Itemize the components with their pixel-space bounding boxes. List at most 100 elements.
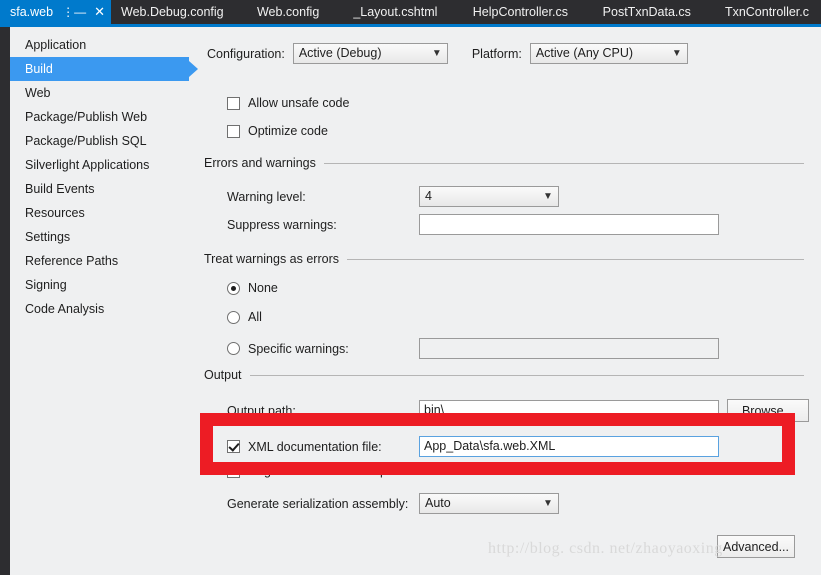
configuration-label: Configuration:: [207, 47, 285, 61]
sidebar-item-silverlight-applications[interactable]: Silverlight Applications: [10, 153, 199, 177]
sidebar-item-label: Signing: [25, 278, 67, 292]
warning-level-value: 4: [425, 187, 540, 206]
checkbox-checked-icon: [227, 440, 240, 453]
sidebar-item-label: Settings: [25, 230, 70, 244]
group-title: Treat warnings as errors: [204, 252, 347, 266]
output-group-header: Output: [204, 368, 804, 382]
group-divider: [324, 163, 804, 164]
checkbox-icon: [227, 465, 240, 478]
optimize-code-row: Optimize code: [227, 124, 328, 138]
treat-warnings-specific-label: Specific warnings:: [248, 342, 349, 356]
group-divider: [347, 259, 804, 260]
treat-warnings-specific-radio[interactable]: Specific warnings:: [227, 342, 419, 356]
treat-warnings-specific-row: Specific warnings:: [227, 338, 719, 359]
sidebar-item-signing[interactable]: Signing: [10, 273, 199, 297]
treat-warnings-all-row: All: [227, 310, 262, 324]
tab-label: sfa.web: [10, 0, 53, 24]
specific-warnings-input[interactable]: [419, 338, 719, 359]
platform-select[interactable]: Active (Any CPU) ▼: [530, 43, 688, 64]
sidebar-item-label: Resources: [25, 206, 85, 220]
tab-gap: [580, 0, 593, 24]
xml-documentation-file-label: XML documentation file:: [248, 440, 382, 454]
suppress-warnings-row: Suppress warnings:: [227, 214, 719, 235]
tab-web-debug-config[interactable]: Web.Debug.config: [111, 0, 236, 24]
configuration-row: Configuration: Active (Debug) ▼ Platform…: [207, 43, 688, 64]
sidebar-item-label: Application: [25, 38, 86, 52]
configuration-value: Active (Debug): [299, 44, 429, 63]
tab-gap: [449, 0, 462, 24]
generate-serialization-assembly-value: Auto: [425, 494, 540, 513]
pin-icon[interactable]: ⋮—: [62, 0, 86, 24]
checkbox-icon: [227, 125, 240, 138]
sidebar-item-label: Package/Publish SQL: [25, 134, 147, 148]
xml-documentation-file-input[interactable]: App_Data\sfa.web.XML: [419, 436, 719, 457]
optimize-code-checkbox[interactable]: Optimize code: [227, 124, 328, 138]
tab-label: Web.Debug.config: [121, 0, 224, 24]
treat-warnings-all-label: All: [248, 310, 262, 324]
tab-web-config[interactable]: Web.config: [247, 0, 331, 24]
register-com-interop-checkbox[interactable]: Register for COM interop: [227, 464, 387, 478]
configuration-select[interactable]: Active (Debug) ▼: [293, 43, 448, 64]
allow-unsafe-code-checkbox[interactable]: Allow unsafe code: [227, 96, 349, 110]
sidebar-item-label: Reference Paths: [25, 254, 118, 268]
editor-tab-strip: sfa.web ⋮— ✕ Web.Debug.config Web.config…: [0, 0, 821, 24]
register-com-interop-label: Register for COM interop: [248, 464, 387, 478]
sidebar-item-resources[interactable]: Resources: [10, 201, 199, 225]
advanced-button[interactable]: Advanced...: [717, 535, 795, 558]
tab-label: Web.config: [257, 0, 319, 24]
generate-serialization-assembly-row: Generate serialization assembly: Auto ▼: [227, 493, 559, 514]
properties-category-list: Application Build Web Package/Publish We…: [10, 27, 199, 575]
output-path-label: Output path:: [227, 404, 419, 418]
browse-button[interactable]: Browse...: [727, 399, 809, 422]
xml-documentation-file-checkbox[interactable]: XML documentation file:: [227, 440, 419, 454]
tab-txncontroller-cs[interactable]: TxnController.c: [715, 0, 821, 24]
sidebar-item-application[interactable]: Application: [10, 33, 199, 57]
build-properties-panel: Configuration: Active (Debug) ▼ Platform…: [199, 27, 821, 575]
sidebar-item-package-publish-web[interactable]: Package/Publish Web: [10, 105, 199, 129]
warning-level-select[interactable]: 4 ▼: [419, 186, 559, 207]
suppress-warnings-input[interactable]: [419, 214, 719, 235]
tab-label: TxnController.c: [725, 0, 809, 24]
radio-icon: [227, 311, 240, 324]
tab-layout-cshtml[interactable]: _Layout.cshtml: [343, 0, 449, 24]
tab-helpcontroller-cs[interactable]: HelpController.cs: [463, 0, 580, 24]
output-path-row: Output path: bin\ Browse...: [227, 399, 809, 422]
treat-warnings-all-radio[interactable]: All: [227, 310, 262, 324]
register-com-interop-row: Register for COM interop: [227, 464, 387, 478]
warning-level-label: Warning level:: [227, 190, 419, 204]
suppress-warnings-label: Suppress warnings:: [227, 218, 419, 232]
sidebar-item-settings[interactable]: Settings: [10, 225, 199, 249]
sidebar-item-reference-paths[interactable]: Reference Paths: [10, 249, 199, 273]
generate-serialization-assembly-select[interactable]: Auto ▼: [419, 493, 559, 514]
tab-sfa-web[interactable]: sfa.web ⋮— ✕: [0, 0, 111, 24]
optimize-code-label: Optimize code: [248, 124, 328, 138]
treat-warnings-as-errors-group-header: Treat warnings as errors: [204, 252, 804, 266]
generate-serialization-assembly-label: Generate serialization assembly:: [227, 497, 419, 511]
tab-label: PostTxnData.cs: [603, 0, 691, 24]
treat-warnings-none-radio[interactable]: None: [227, 281, 278, 295]
close-icon[interactable]: ✕: [94, 0, 105, 24]
chevron-down-icon: ▼: [540, 494, 556, 513]
tab-gap: [236, 0, 247, 24]
treat-warnings-none-row: None: [227, 281, 278, 295]
tab-label: _Layout.cshtml: [353, 0, 437, 24]
output-path-input[interactable]: bin\: [419, 400, 719, 421]
sidebar-item-label: Web: [25, 86, 50, 100]
sidebar-item-label: Package/Publish Web: [25, 110, 147, 124]
platform-value: Active (Any CPU): [536, 44, 669, 63]
sidebar-item-code-analysis[interactable]: Code Analysis: [10, 297, 199, 321]
tab-posttxndata-cs[interactable]: PostTxnData.cs: [593, 0, 703, 24]
treat-warnings-none-label: None: [248, 281, 278, 295]
platform-label: Platform:: [472, 47, 522, 61]
sidebar-item-build-events[interactable]: Build Events: [10, 177, 199, 201]
window-left-gutter: [0, 27, 10, 575]
tab-gap: [703, 0, 715, 24]
tab-label: HelpController.cs: [473, 0, 568, 24]
group-divider: [250, 375, 804, 376]
group-title: Output: [204, 368, 250, 382]
sidebar-item-label: Silverlight Applications: [25, 158, 149, 172]
radio-icon: [227, 342, 240, 355]
sidebar-item-package-publish-sql[interactable]: Package/Publish SQL: [10, 129, 199, 153]
sidebar-item-build[interactable]: Build: [10, 57, 189, 81]
sidebar-item-web[interactable]: Web: [10, 81, 199, 105]
